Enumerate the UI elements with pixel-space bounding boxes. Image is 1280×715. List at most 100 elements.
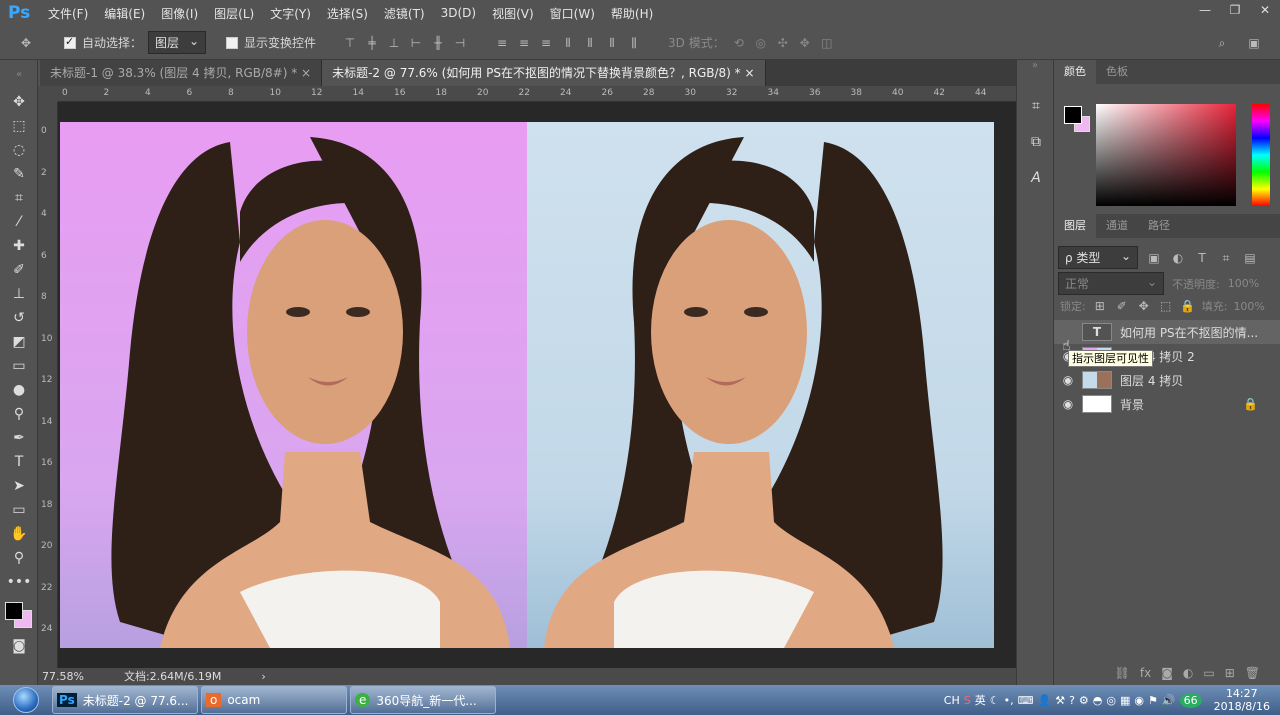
clock[interactable]: 14:27 2018/8/16 [1214,687,1270,713]
restore-button[interactable]: ❐ [1220,0,1250,20]
3d-roll-icon[interactable]: ◎ [753,35,769,51]
tab-swatches[interactable]: 色板 [1096,60,1138,84]
show-transform-checkbox[interactable] [226,36,239,49]
menu-window[interactable]: 窗口(W) [542,5,603,22]
filter-adjust-icon[interactable]: ◐ [1170,250,1186,266]
qq-icon[interactable]: ◓ [1093,694,1103,707]
pen-tool[interactable]: ✒ [0,426,38,450]
taskbar-360-browser[interactable]: e 360导航_新一代... [350,686,496,714]
keyboard-icon[interactable]: ⌨ [1018,694,1034,707]
zoom-tool[interactable]: ⚲ [0,546,38,570]
properties-panel-icon[interactable]: ⧉ [1017,124,1055,160]
quick-select-tool[interactable]: ✎ [0,162,38,186]
menu-image[interactable]: 图像(I) [153,5,206,22]
layer-row-copy[interactable]: ◉ 图层 4 拷贝 [1054,368,1280,392]
menu-layer[interactable]: 图层(L) [206,5,262,22]
rectangle-tool[interactable]: ▭ [0,498,38,522]
lock-position-icon[interactable]: ✥ [1136,298,1152,314]
crop-tool[interactable]: ⌗ [0,186,38,210]
move-tool-icon[interactable]: ✥ [18,35,34,51]
blend-mode-dropdown[interactable]: 正常 ⌄ [1058,272,1164,295]
mask-icon[interactable]: ◙ [1161,666,1173,680]
tab-document-1[interactable]: 未标题-1 @ 38.3% (图层 4 拷贝, RGB/8#) * × [40,60,323,86]
lock-transparent-icon[interactable]: ⊞ [1092,298,1108,314]
history-brush-tool[interactable]: ↺ [0,306,38,330]
panel-fg-swatch[interactable] [1064,106,1082,124]
color-swatches[interactable] [0,594,37,634]
help-icon[interactable]: ? [1069,694,1075,707]
menu-3d[interactable]: 3D(D) [433,6,484,20]
align-hcenter-icon[interactable]: ╫ [430,35,446,51]
lasso-tool[interactable]: ◌ [0,138,38,162]
taskbar-photoshop[interactable]: Ps 未标题-2 @ 77.6... [52,686,198,714]
lock-all-icon[interactable]: 🔒 [1180,298,1196,314]
eye-icon[interactable]: ◉ [1054,373,1082,387]
menu-view[interactable]: 视图(V) [484,5,542,22]
distribute-bottom-icon[interactable]: ≡ [538,35,554,51]
menu-type[interactable]: 文字(Y) [262,5,319,22]
tab-document-2[interactable]: 未标题-2 @ 77.6% (如何用 PS在不抠图的情况下替换背景颜色？, RG… [322,60,766,86]
settings-icon[interactable]: ⚙ [1079,694,1089,707]
search-icon[interactable]: ⌕ [1214,35,1230,51]
align-vcenter-icon[interactable]: ╪ [364,35,380,51]
auto-select-dropdown[interactable]: 图层 ⌄ [148,31,207,54]
fx-icon[interactable]: fx [1140,666,1151,680]
new-layer-icon[interactable]: ⊞ [1225,666,1235,680]
align-right-icon[interactable]: ⊣ [452,35,468,51]
healing-tool[interactable]: ✚ [0,234,38,258]
zoom-level[interactable]: 77.58% [42,668,84,685]
score-badge[interactable]: 66 [1179,692,1202,708]
history-panel-icon[interactable]: ⌗ [1017,88,1055,124]
path-select-tool[interactable]: ➤ [0,474,38,498]
hand-tool[interactable]: ✋ [0,522,38,546]
layer-filter-dropdown[interactable]: ρ 类型 ⌄ [1058,246,1138,269]
distribute-hcenter-icon[interactable]: ⦀ [582,35,598,51]
auto-align-icon[interactable]: ⫼ [626,35,642,51]
auto-select-checkbox[interactable] [64,35,76,49]
dodge-tool[interactable]: ⚲ [0,402,38,426]
security-icon[interactable]: ◉ [1134,694,1144,707]
distribute-right-icon[interactable]: ⦀ [604,35,620,51]
move-tool[interactable]: ✥ [0,90,38,114]
gradient-tool[interactable]: ▭ [0,354,38,378]
status-menu-arrow[interactable]: › [261,668,265,685]
trash-icon[interactable]: 🗑 [1245,666,1260,680]
layer-row-text[interactable]: T 如何用 PS在不抠图的情... [1054,320,1280,344]
strip-collapse-icon[interactable]: » [1017,60,1053,82]
opacity-value[interactable]: 100% [1228,277,1259,290]
3d-scale-icon[interactable]: ◫ [819,35,835,51]
sogou-icon[interactable]: S [964,694,971,707]
foreground-color-swatch[interactable] [5,602,23,620]
blur-tool[interactable]: ● [0,378,38,402]
tab-color[interactable]: 颜色 [1054,60,1096,84]
close-tab-icon[interactable]: × [301,66,311,80]
align-top-icon[interactable]: ⊤ [342,35,358,51]
distribute-vcenter-icon[interactable]: ≡ [516,35,532,51]
document-canvas[interactable] [60,122,994,648]
quick-mask-icon[interactable]: ◙ [0,634,38,658]
ime-mode[interactable]: 英 [975,692,986,708]
record-icon[interactable]: ◎ [1106,694,1116,707]
3d-pan-icon[interactable]: ✣ [775,35,791,51]
brush-tool[interactable]: ✐ [0,258,38,282]
minimize-button[interactable]: — [1190,0,1220,20]
adjustment-icon[interactable]: ◐ [1183,666,1193,680]
color-picker-field[interactable] [1096,104,1236,206]
workspace-icon[interactable]: ▣ [1246,35,1262,51]
filter-pixel-icon[interactable]: ▣ [1146,250,1162,266]
lock-image-icon[interactable]: ✐ [1114,298,1130,314]
tab-channels[interactable]: 通道 [1096,214,1138,238]
ruler-origin[interactable] [38,86,58,102]
taskbar-ocam[interactable]: o ocam [201,686,347,714]
align-left-icon[interactable]: ⊢ [408,35,424,51]
fill-value[interactable]: 100% [1233,300,1264,313]
eraser-tool[interactable]: ◩ [0,330,38,354]
tab-layers[interactable]: 图层 [1054,214,1096,238]
group-folder-icon[interactable]: ▭ [1203,666,1214,680]
layer-name[interactable]: 背景 [1120,396,1144,413]
menu-edit[interactable]: 编辑(E) [96,5,153,22]
volume-icon[interactable]: 🔊 [1162,694,1176,707]
eye-icon[interactable]: ◉ [1054,397,1082,411]
filter-type-icon[interactable]: T [1194,250,1210,266]
network-icon[interactable]: ▦ [1120,694,1130,707]
